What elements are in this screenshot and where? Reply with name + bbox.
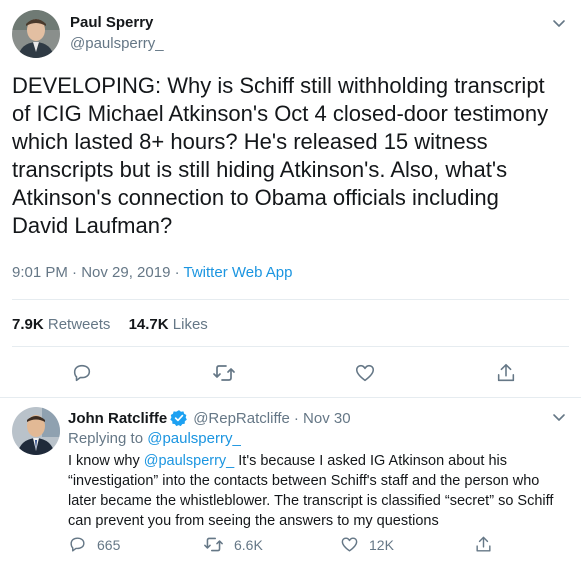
reply-author-handle[interactable]: @RepRatcliffe	[193, 410, 290, 427]
tweet-timestamp[interactable]: 9:01 PM · Nov 29, 2019	[12, 264, 170, 281]
retweet-icon	[204, 537, 223, 552]
retweet-button[interactable]	[212, 362, 236, 384]
chevron-down-icon[interactable]	[549, 13, 569, 33]
reply-like-button[interactable]: 12K	[340, 535, 394, 554]
reply-text: I know why @paulsperry_ It's because I a…	[68, 451, 553, 531]
reply-reply-button[interactable]: 665	[68, 535, 120, 554]
likes-count: 14.7K	[128, 316, 169, 333]
like-count: 12K	[369, 536, 394, 553]
reply-text-line: I know why @paulsperry_ It's because I a…	[68, 451, 553, 471]
tweet-text-line: of ICIG Michael Atkinson's Oct 4 closed-…	[12, 101, 549, 126]
reply-text-suffix: It's because I asked IG Atkinson about h…	[234, 453, 508, 469]
tweet-source[interactable]: Twitter Web App	[184, 264, 293, 281]
reply-author-name[interactable]: John Ratcliffe	[68, 410, 167, 427]
reply-author-avatar[interactable]	[12, 407, 60, 455]
tweet-text-line: DEVELOPING: Why is Schiff still withhold…	[12, 73, 545, 98]
verified-badge-icon	[170, 410, 187, 427]
likes-stat[interactable]: 14.7K Likes	[129, 316, 208, 333]
share-button[interactable]	[495, 362, 517, 384]
heart-icon	[341, 537, 358, 552]
replying-to-label: Replying to	[68, 430, 144, 447]
tweet-stats: 7.9K Retweets 14.7K Likes	[12, 316, 208, 333]
reply-header: John Ratcliffe @RepRatcliffe · Nov 30	[68, 409, 351, 427]
reply-icon	[70, 537, 85, 552]
meta-separator: ·	[174, 264, 180, 281]
reply-text-line: later became the whistleblower. The tran…	[68, 493, 554, 509]
tweet-text-line: transcripts but is still hiding Atkinson…	[12, 157, 508, 182]
tweet-text-line: which lasted 8+ hours? He's released 15 …	[12, 129, 488, 154]
retweets-stat[interactable]: 7.9K Retweets	[12, 316, 115, 333]
chevron-down-icon[interactable]	[549, 407, 569, 427]
retweet-icon	[213, 365, 235, 381]
reply-share-button[interactable]	[474, 535, 493, 554]
retweets-label: Retweets	[47, 316, 111, 333]
share-icon	[476, 536, 491, 552]
share-icon	[497, 363, 515, 382]
heart-icon	[355, 364, 375, 382]
reply-retweet-button[interactable]: 6.6K	[203, 535, 263, 554]
replying-to: Replying to @paulsperry_	[68, 430, 241, 447]
retweet-count: 6.6K	[234, 536, 263, 553]
likes-label: Likes	[172, 316, 208, 333]
divider	[12, 299, 569, 300]
author-name[interactable]: Paul Sperry	[70, 14, 153, 31]
reply-icon	[73, 364, 91, 382]
author-handle[interactable]: @paulsperry_	[70, 35, 164, 52]
reply-button[interactable]	[71, 362, 93, 384]
reply-text-prefix: I know why	[68, 453, 144, 469]
reply-text-line: can prevent you from seeing the answers …	[68, 513, 439, 529]
reply-text-line: “investigation” into the contacts betwee…	[68, 473, 540, 489]
replying-to-handle[interactable]: @paulsperry_	[147, 430, 241, 447]
author-avatar[interactable]	[12, 10, 60, 58]
tweet-text-line: David Laufman?	[12, 213, 173, 238]
reply-mention[interactable]: @paulsperry_	[144, 453, 234, 469]
reply-date[interactable]: · Nov 30	[294, 410, 351, 427]
tweet-text-line: Atkinson's connection to Obama officials…	[12, 185, 499, 210]
reply-count: 665	[97, 536, 121, 553]
tweet-meta: 9:01 PM · Nov 29, 2019 · Twitter Web App	[12, 264, 292, 281]
tweet-text: DEVELOPING: Why is Schiff still withhold…	[12, 72, 548, 240]
divider	[0, 397, 581, 398]
retweets-count: 7.9K	[12, 316, 44, 333]
divider	[12, 346, 569, 347]
like-button[interactable]	[354, 362, 376, 384]
